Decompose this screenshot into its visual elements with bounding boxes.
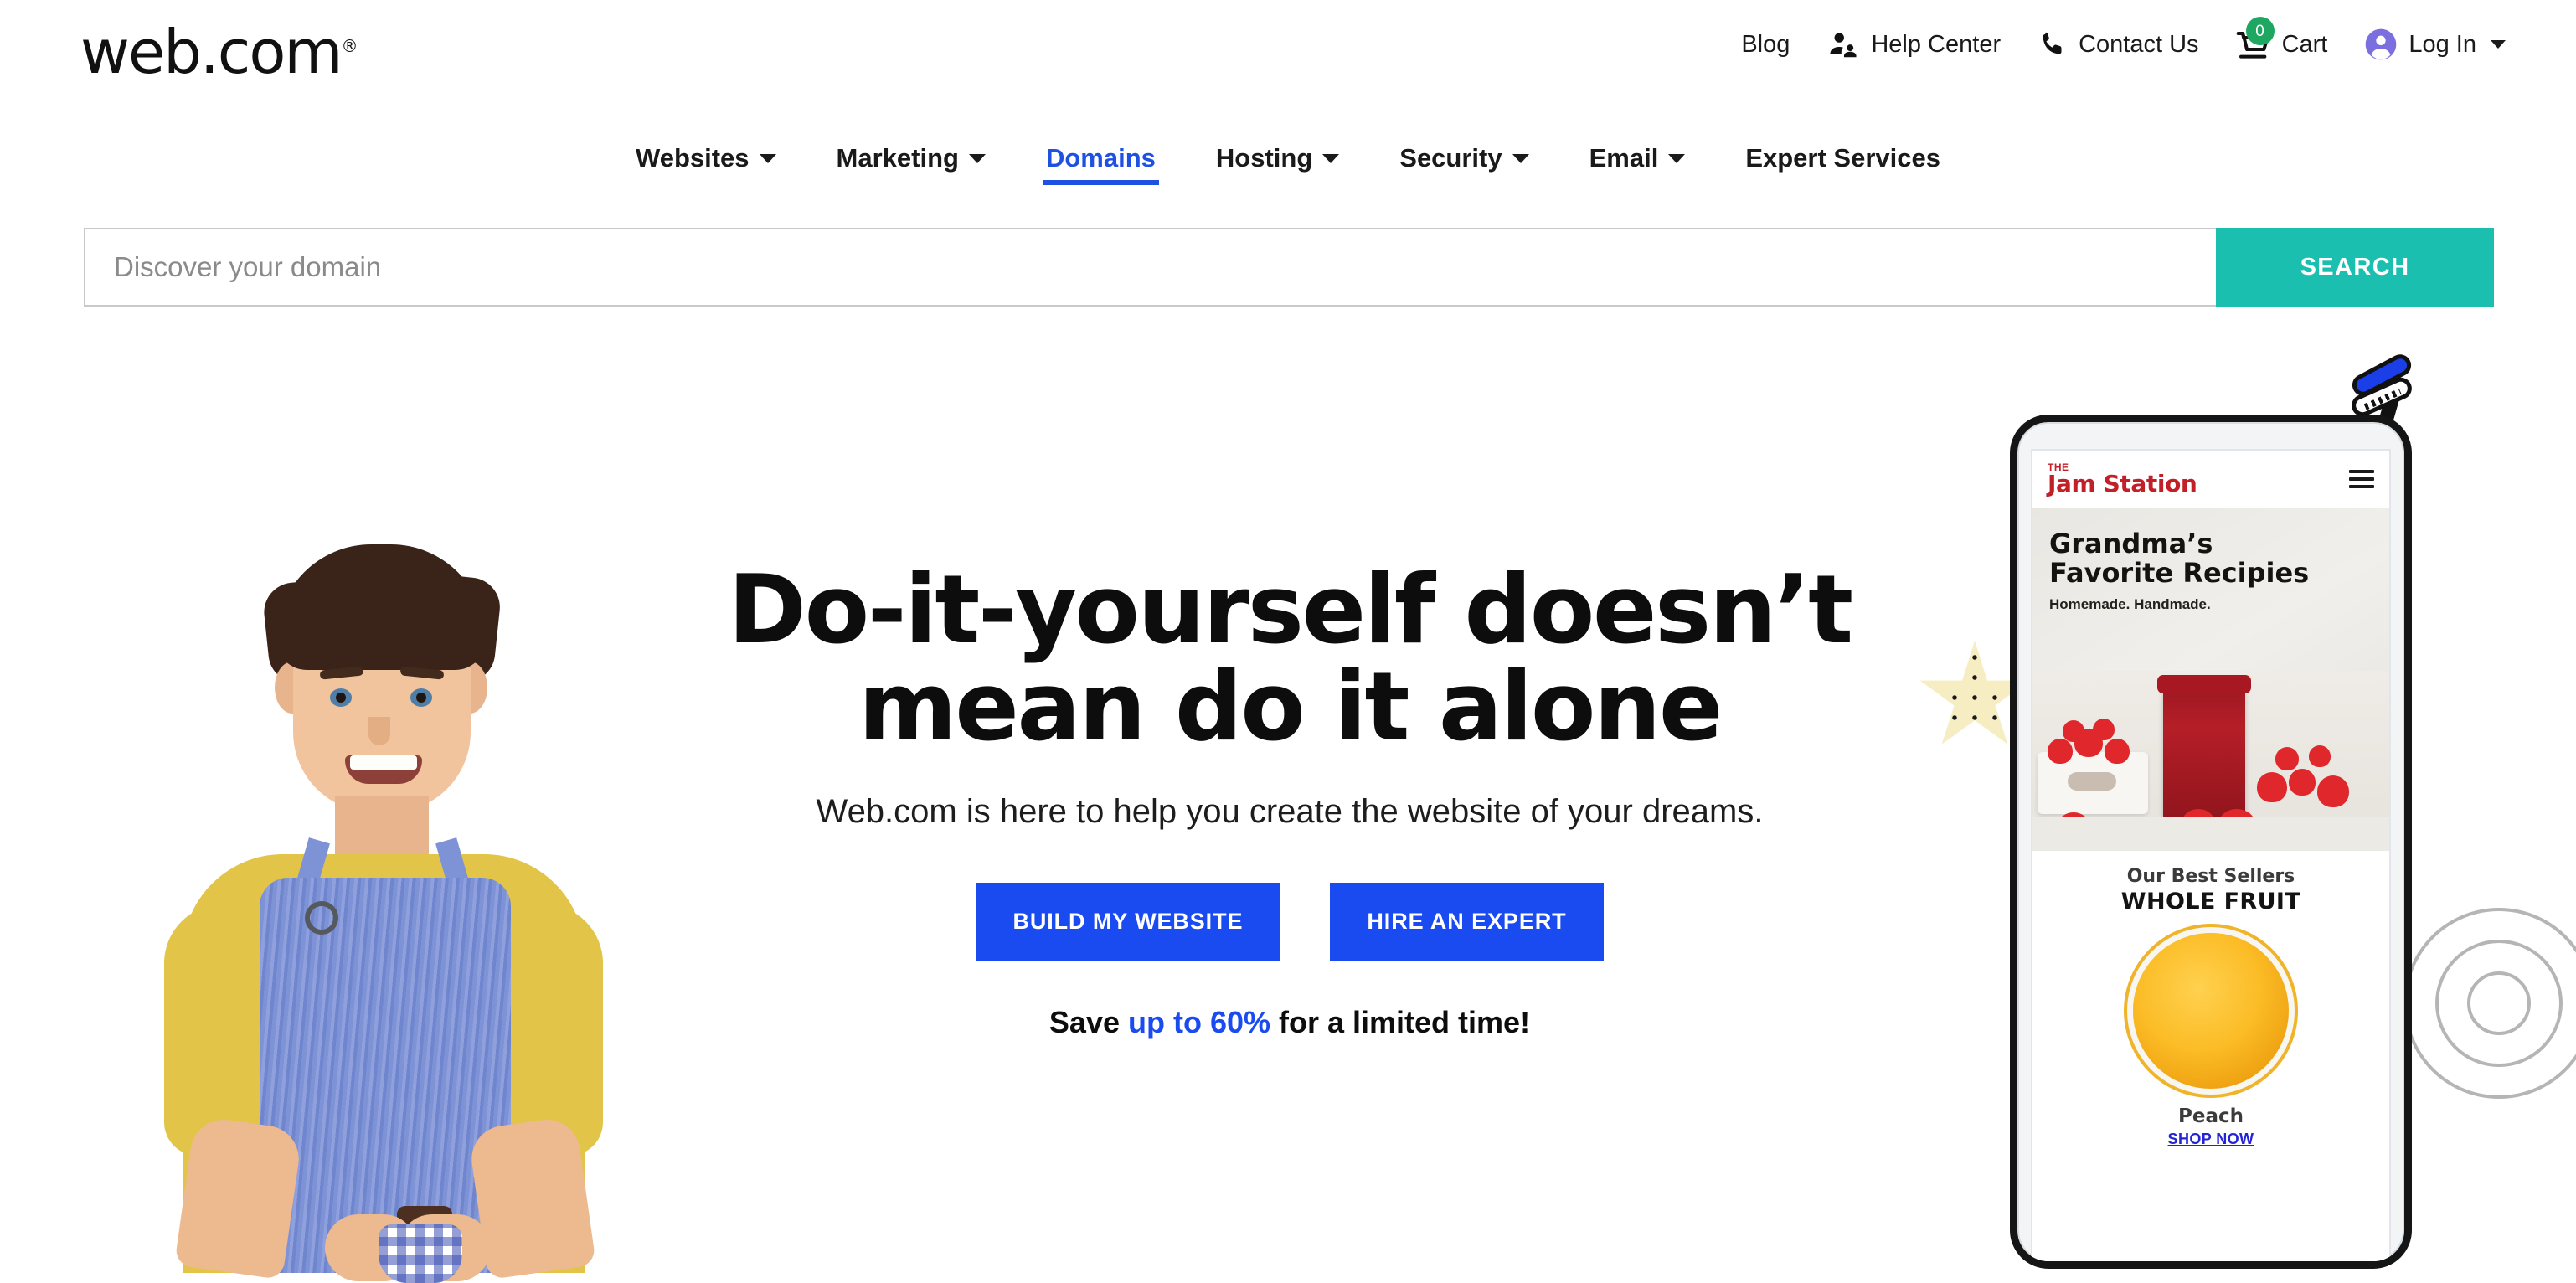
support-agent-icon <box>1826 28 1860 60</box>
promo-suffix: for a limited time! <box>1270 1004 1531 1039</box>
nav-item-marketing[interactable]: Marketing <box>806 137 1016 180</box>
strawberry-jam-photo <box>2032 671 2389 851</box>
chevron-down-icon <box>759 153 776 163</box>
logo-text: web.com <box>80 17 343 87</box>
webcom-logo[interactable]: web.com® <box>80 22 358 82</box>
nav-item-security[interactable]: Security <box>1369 137 1558 180</box>
hero-subheadline: Web.com is here to help you create the w… <box>816 792 1764 830</box>
jam-hero-line-2: Favorite Recipies <box>2049 557 2310 590</box>
nav-item-hosting[interactable]: Hosting <box>1186 137 1369 180</box>
hero-promo-text: Save up to 60% for a limited time! <box>653 1005 1926 1040</box>
jam-station-site-header: THE Jam Station <box>2032 451 2389 508</box>
utility-nav-label-cart: Cart <box>2281 30 2328 58</box>
chevron-down-icon <box>1322 153 1340 163</box>
utility-nav-item-cart[interactable]: 0 Cart <box>2236 17 2328 61</box>
hero-section: Do-it-yourself doesn’t mean do it alone … <box>0 350 2576 1283</box>
registered-trademark-symbol: ® <box>341 36 358 56</box>
jam-station-hero-tagline: Homemade. Handmade. <box>2049 596 2211 613</box>
best-sellers-title: WHOLE FRUIT <box>2120 889 2301 915</box>
utility-nav-item-blog[interactable]: Blog <box>1741 30 1790 58</box>
phone-icon <box>2038 29 2068 59</box>
peach-jam-product-image <box>2133 933 2289 1089</box>
jam-station-best-sellers: Our Best Sellers WHOLE FRUIT Peach SHOP … <box>2032 851 2389 1261</box>
product-name: Peach <box>2178 1105 2244 1127</box>
hire-an-expert-button[interactable]: HIRE AN EXPERT <box>1330 882 1604 961</box>
domain-search-bar: SEARCH <box>84 228 2494 307</box>
nav-item-websites[interactable]: Websites <box>605 137 806 180</box>
nav-label-expert-services: Expert Services <box>1745 143 1940 173</box>
cart-count-badge: 0 <box>2245 17 2275 45</box>
utility-nav-label-blog: Blog <box>1741 30 1790 58</box>
utility-nav-item-log-in[interactable]: Log In <box>2364 28 2506 61</box>
jam-station-hero: Grandma’s Favorite Recipies Homemade. Ha… <box>2032 508 2389 851</box>
jam-station-logo[interactable]: THE Jam Station <box>2048 462 2197 496</box>
hamburger-menu-icon[interactable] <box>2349 470 2374 488</box>
domain-search-input[interactable] <box>84 228 2216 307</box>
chevron-down-icon <box>1668 153 1686 163</box>
utility-nav-label-log-in: Log In <box>2409 30 2476 58</box>
chevron-down-icon <box>1512 153 1529 163</box>
phone-device-frame: THE Jam Station Grandma’s Favorite Recip… <box>2010 415 2412 1269</box>
nav-label-hosting: Hosting <box>1215 143 1313 173</box>
utility-nav-label-help-center: Help Center <box>1871 30 2002 58</box>
chevron-down-icon <box>2491 40 2506 49</box>
build-my-website-button[interactable]: BUILD MY WEBSITE <box>976 882 1280 961</box>
shopping-cart-icon: 0 <box>2236 17 2275 61</box>
utility-nav-item-help-center[interactable]: Help Center <box>1826 28 2001 60</box>
hero-headline-line-2: mean do it alone <box>858 652 1723 763</box>
jam-hero-line-1: Grandma’s <box>2049 528 2213 559</box>
chevron-down-icon <box>968 153 986 163</box>
promo-prefix: Save <box>1048 1004 1128 1039</box>
hero-person-image <box>84 544 670 1283</box>
hero-cta-group: BUILD MY WEBSITE HIRE AN EXPERT <box>653 882 1926 961</box>
utility-nav-item-contact-us[interactable]: Contact Us <box>2038 29 2199 59</box>
hero-headline: Do-it-yourself doesn’t mean do it alone <box>653 561 1926 756</box>
hero-headline-line-1: Do-it-yourself doesn’t <box>728 554 1853 665</box>
hero-copy: Do-it-yourself doesn’t mean do it alone … <box>653 561 1926 1040</box>
nav-label-security: Security <box>1399 143 1502 173</box>
utility-nav-label-contact-us: Contact Us <box>2079 30 2199 58</box>
nav-item-email[interactable]: Email <box>1559 137 1716 180</box>
nav-label-email: Email <box>1589 143 1659 173</box>
nav-label-marketing: Marketing <box>836 143 959 173</box>
utility-nav: Blog Help Center Contact Us 0 Cart Log I… <box>1741 17 2506 67</box>
nav-label-websites: Websites <box>636 143 750 173</box>
promo-highlight: up to 60% <box>1128 1004 1271 1039</box>
nav-item-domains[interactable]: Domains <box>1016 137 1186 185</box>
primary-navigation: Websites Marketing Domains Hosting Secur… <box>0 137 2576 198</box>
nav-item-expert-services[interactable]: Expert Services <box>1715 137 1971 180</box>
phone-screen: THE Jam Station Grandma’s Favorite Recip… <box>2031 449 2391 1261</box>
top-header: web.com® Blog Help Center Contact Us 0 C… <box>0 0 2576 122</box>
strawberry-jam-jar <box>2157 675 2251 827</box>
hero-phone-mockup-area: THE Jam Station Grandma’s Favorite Recip… <box>1916 350 2576 1269</box>
jam-station-logo-name: Jam Station <box>2048 470 2197 497</box>
domain-search-button[interactable]: SEARCH <box>2216 228 2494 307</box>
shop-now-link[interactable]: SHOP NOW <box>2044 1131 2378 1148</box>
account-circle-icon <box>2364 28 2398 61</box>
jam-station-hero-heading: Grandma’s Favorite Recipies <box>2049 528 2372 590</box>
nav-label-domains: Domains <box>1045 143 1156 173</box>
best-sellers-label: Our Best Sellers <box>2126 866 2295 887</box>
